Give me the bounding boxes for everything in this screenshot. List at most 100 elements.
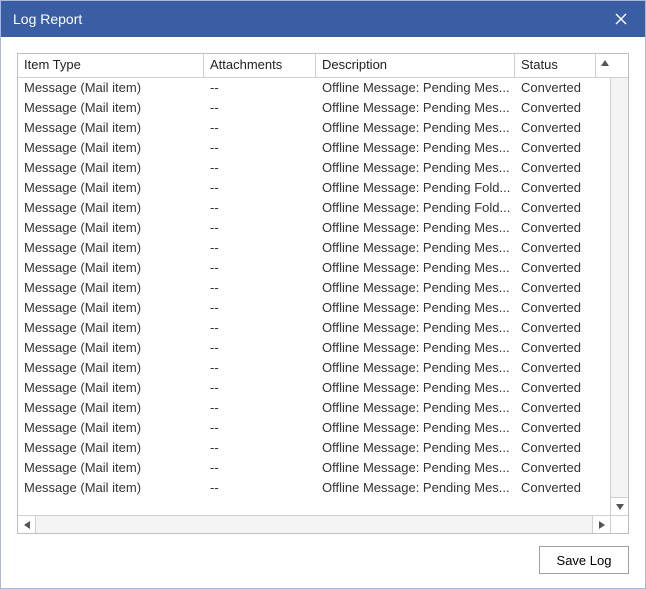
table-row[interactable]: Message (Mail item)--Offline Message: Pe… [18,138,610,158]
cell-description: Offline Message: Pending Mes... [316,138,515,158]
cell-attachments: -- [204,358,316,378]
chevron-down-icon [616,504,624,510]
cell-item-type: Message (Mail item) [18,198,204,218]
cell-status: Converted [515,358,596,378]
cell-attachments: -- [204,458,316,478]
column-header-description[interactable]: Description [316,54,515,77]
vertical-scroll-track[interactable] [611,78,628,497]
cell-item-type: Message (Mail item) [18,418,204,438]
cell-attachments: -- [204,298,316,318]
cell-description: Offline Message: Pending Mes... [316,398,515,418]
table-header: Item Type Attachments Description Status [18,54,628,78]
cell-item-type: Message (Mail item) [18,458,204,478]
table-row[interactable]: Message (Mail item)--Offline Message: Pe… [18,438,610,458]
cell-status: Converted [515,238,596,258]
table-row[interactable]: Message (Mail item)--Offline Message: Pe… [18,478,610,498]
footer: Save Log [17,534,629,574]
table-row[interactable]: Message (Mail item)--Offline Message: Pe… [18,218,610,238]
cell-status: Converted [515,318,596,338]
table-row[interactable]: Message (Mail item)--Offline Message: Pe… [18,78,610,98]
cell-attachments: -- [204,138,316,158]
table-row[interactable]: Message (Mail item)--Offline Message: Pe… [18,458,610,478]
cell-description: Offline Message: Pending Mes... [316,378,515,398]
cell-status: Converted [515,178,596,198]
column-header-attachments[interactable]: Attachments [204,54,316,77]
window-title: Log Report [13,11,607,27]
cell-status: Converted [515,398,596,418]
cell-status: Converted [515,198,596,218]
cell-attachments: -- [204,278,316,298]
cell-description: Offline Message: Pending Mes... [316,418,515,438]
table-row[interactable]: Message (Mail item)--Offline Message: Pe… [18,358,610,378]
table-body: Message (Mail item)--Offline Message: Pe… [18,78,628,515]
column-header-item-type[interactable]: Item Type [18,54,204,77]
cell-attachments: -- [204,318,316,338]
vertical-scrollbar[interactable] [610,78,628,515]
table-row[interactable]: Message (Mail item)--Offline Message: Pe… [18,338,610,358]
cell-item-type: Message (Mail item) [18,298,204,318]
scroll-down-button[interactable] [611,497,628,515]
cell-description: Offline Message: Pending Mes... [316,358,515,378]
cell-status: Converted [515,278,596,298]
cell-item-type: Message (Mail item) [18,178,204,198]
cell-attachments: -- [204,338,316,358]
cell-status: Converted [515,138,596,158]
cell-description: Offline Message: Pending Mes... [316,258,515,278]
cell-item-type: Message (Mail item) [18,158,204,178]
cell-description: Offline Message: Pending Mes... [316,458,515,478]
cell-attachments: -- [204,238,316,258]
content-area: Item Type Attachments Description Status… [1,37,645,588]
horizontal-scroll-track[interactable] [36,516,592,533]
close-button[interactable] [607,5,635,33]
cell-description: Offline Message: Pending Mes... [316,278,515,298]
cell-item-type: Message (Mail item) [18,258,204,278]
cell-item-type: Message (Mail item) [18,278,204,298]
scroll-left-button[interactable] [18,516,36,533]
cell-item-type: Message (Mail item) [18,78,204,98]
save-log-button[interactable]: Save Log [539,546,629,574]
cell-description: Offline Message: Pending Mes... [316,218,515,238]
cell-status: Converted [515,458,596,478]
cell-description: Offline Message: Pending Mes... [316,338,515,358]
cell-status: Converted [515,98,596,118]
cell-description: Offline Message: Pending Mes... [316,158,515,178]
cell-attachments: -- [204,198,316,218]
table-row[interactable]: Message (Mail item)--Offline Message: Pe… [18,378,610,398]
titlebar: Log Report [1,1,645,37]
cell-description: Offline Message: Pending Mes... [316,238,515,258]
table-row[interactable]: Message (Mail item)--Offline Message: Pe… [18,298,610,318]
cell-attachments: -- [204,258,316,278]
table-row[interactable]: Message (Mail item)--Offline Message: Pe… [18,198,610,218]
cell-attachments: -- [204,418,316,438]
chevron-right-icon [599,521,605,529]
cell-item-type: Message (Mail item) [18,118,204,138]
scroll-up-button[interactable] [596,54,614,77]
cell-status: Converted [515,378,596,398]
table-row[interactable]: Message (Mail item)--Offline Message: Pe… [18,238,610,258]
cell-attachments: -- [204,218,316,238]
cell-item-type: Message (Mail item) [18,138,204,158]
scroll-right-button[interactable] [592,516,610,533]
log-report-window: Log Report Item Type Attachments Descrip… [0,0,646,589]
cell-status: Converted [515,158,596,178]
table-row[interactable]: Message (Mail item)--Offline Message: Pe… [18,258,610,278]
table-row[interactable]: Message (Mail item)--Offline Message: Pe… [18,118,610,138]
cell-description: Offline Message: Pending Mes... [316,78,515,98]
table-row[interactable]: Message (Mail item)--Offline Message: Pe… [18,398,610,418]
close-icon [615,13,627,25]
horizontal-scrollbar[interactable] [18,515,628,533]
table-row[interactable]: Message (Mail item)--Offline Message: Pe… [18,98,610,118]
table-row[interactable]: Message (Mail item)--Offline Message: Pe… [18,158,610,178]
chevron-left-icon [24,521,30,529]
table-row[interactable]: Message (Mail item)--Offline Message: Pe… [18,318,610,338]
column-header-status[interactable]: Status [515,54,596,77]
cell-attachments: -- [204,98,316,118]
table-row[interactable]: Message (Mail item)--Offline Message: Pe… [18,418,610,438]
table-row[interactable]: Message (Mail item)--Offline Message: Pe… [18,178,610,198]
cell-description: Offline Message: Pending Fold... [316,198,515,218]
table-row[interactable]: Message (Mail item)--Offline Message: Pe… [18,278,610,298]
cell-item-type: Message (Mail item) [18,238,204,258]
cell-status: Converted [515,218,596,238]
cell-status: Converted [515,478,596,498]
cell-description: Offline Message: Pending Mes... [316,98,515,118]
